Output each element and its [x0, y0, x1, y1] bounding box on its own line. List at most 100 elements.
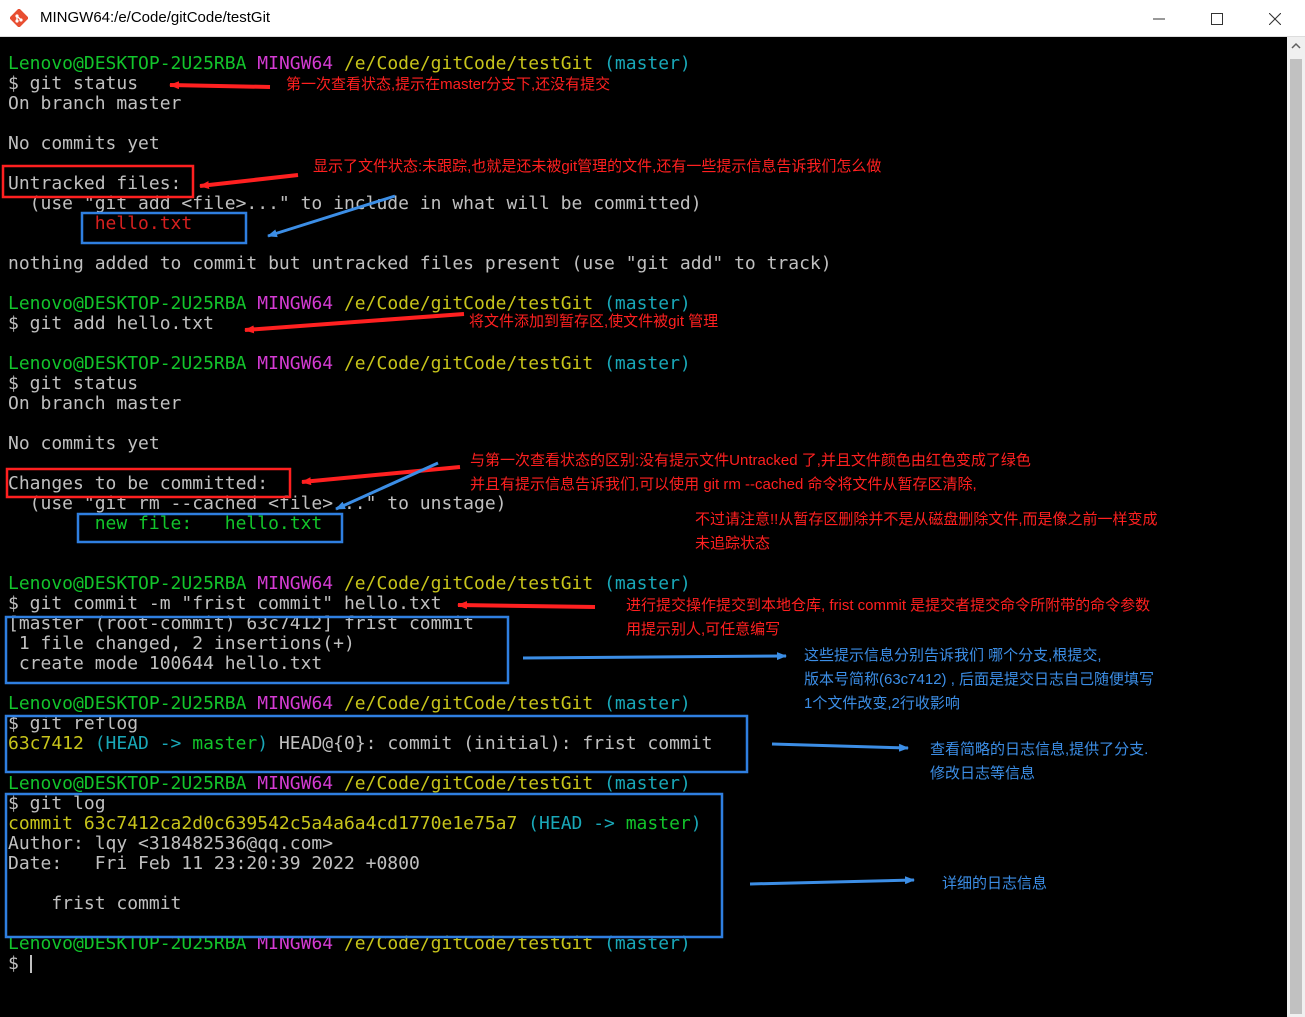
untracked-file-line: hello.txt [8, 214, 832, 234]
terminal-text: $ git status [8, 373, 139, 394]
terminal-text: (use "git add <file>..." to include in w… [8, 193, 702, 214]
prompt-line: Lenovo@DESKTOP-2U25RBA MINGW64 /e/Code/g… [8, 574, 832, 594]
output-line: $ git log [8, 794, 832, 814]
terminal-text: $ git add hello.txt [8, 313, 214, 334]
annotation-rm-cached-note: 不过请注意!!从暂存区删除并不是从磁盘删除文件,而是像之前一样变成 未追踪状态 [695, 511, 1158, 552]
terminal-text: nothing added to commit but untracked fi… [8, 253, 832, 274]
terminal-text: No commits yet [8, 433, 160, 454]
annotation-log: 详细的日志信息 [942, 875, 1048, 892]
output-line: (use "git add <file>..." to include in w… [8, 194, 832, 214]
terminal-text: [master (root-commit) 63c7412] frist com… [8, 613, 474, 634]
annotation-first-status: 第一次查看状态,提示在master分支下,还没有提交 [286, 76, 611, 93]
minimize-icon [1153, 18, 1165, 19]
scrollbar[interactable] [1287, 37, 1305, 1017]
prompt-branch: (master) [604, 693, 691, 714]
prompt-branch: (master) [604, 933, 691, 954]
output-line: $ git status [8, 374, 832, 394]
terminal-text: (use "git rm --cached <file>..." to unst… [8, 493, 507, 514]
prompt-line: Lenovo@DESKTOP-2U25RBA MINGW64 /e/Code/g… [8, 354, 832, 374]
prompt-user: Lenovo@DESKTOP-2U25RBA [8, 693, 247, 714]
terminal-text: ) [690, 813, 702, 834]
annotation-reflog: 查看简略的日志信息,提供了分支. 修改日志等信息 [930, 741, 1149, 782]
prompt-branch: (master) [604, 53, 691, 74]
prompt-user: Lenovo@DESKTOP-2U25RBA [8, 293, 247, 314]
prompt-path: /e/Code/gitCode/testGit [343, 933, 594, 954]
prompt-shell: MINGW64 [257, 293, 334, 314]
output-line: No commits yet [8, 134, 832, 154]
terminal-text: $ git status [8, 73, 139, 94]
output-line: $ git reflog [8, 714, 832, 734]
title-bar: MINGW64:/e/Code/gitCode/testGit [0, 0, 1305, 37]
prompt-user: Lenovo@DESKTOP-2U25RBA [8, 773, 247, 794]
input-line: $ [8, 954, 832, 974]
prompt-user: Lenovo@DESKTOP-2U25RBA [8, 53, 247, 74]
close-button[interactable] [1246, 0, 1304, 37]
scroll-up-arrow-icon[interactable] [1287, 37, 1305, 55]
close-icon [1269, 12, 1281, 25]
terminal-text: On branch master [8, 93, 182, 114]
terminal-text: (HEAD -> [94, 733, 193, 754]
prompt-path: /e/Code/gitCode/testGit [343, 53, 594, 74]
terminal-text: master [192, 733, 258, 754]
terminal-text: Author: lqy <318482536@qq.com> [8, 833, 334, 854]
minimize-button[interactable] [1130, 0, 1188, 37]
terminal-text: master [625, 813, 691, 834]
terminal-text: frist commit [8, 893, 182, 914]
prompt-path: /e/Code/gitCode/testGit [343, 353, 594, 374]
prompt-user: Lenovo@DESKTOP-2U25RBA [8, 353, 247, 374]
prompt-line: Lenovo@DESKTOP-2U25RBA MINGW64 /e/Code/g… [8, 54, 832, 74]
output-line: On branch master [8, 394, 832, 414]
output-line: nothing added to commit but untracked fi… [8, 254, 832, 274]
window-title: MINGW64:/e/Code/gitCode/testGit [40, 9, 271, 26]
prompt-line: Lenovo@DESKTOP-2U25RBA MINGW64 /e/Code/g… [8, 694, 832, 714]
prompt-path: /e/Code/gitCode/testGit [343, 773, 594, 794]
maximize-button[interactable] [1188, 0, 1246, 37]
terminal-text: Untracked files: [8, 173, 182, 194]
prompt-user: Lenovo@DESKTOP-2U25RBA [8, 933, 247, 954]
annotation-commit: 进行提交操作提交到本地仓库, frist commit 是提交者提交命令所附带的… [626, 597, 1151, 638]
log-commit-line: commit 63c7412ca2d0c639542c5a4a6a4cd1770… [8, 814, 832, 834]
annotation-staged-diff: 与第一次查看状态的区别:没有提示文件Untracked 了,并且文件颜色由红色变… [470, 452, 1031, 493]
output-line: create mode 100644 hello.txt [8, 654, 832, 674]
terminal-text: 63c7412 [8, 733, 84, 754]
terminal-text: No commits yet [8, 133, 160, 154]
prompt-shell: MINGW64 [257, 353, 334, 374]
reflog-line: 63c7412 (HEAD -> master) HEAD@{0}: commi… [8, 734, 832, 754]
terminal-text: 1 file changed, 2 insertions(+) [8, 633, 355, 654]
prompt-branch: (master) [604, 353, 691, 374]
terminal-text: hello.txt [8, 213, 193, 234]
prompt-branch: (master) [604, 773, 691, 794]
prompt-shell: MINGW64 [257, 693, 334, 714]
prompt-line: Lenovo@DESKTOP-2U25RBA MINGW64 /e/Code/g… [8, 774, 832, 794]
terminal-text: $ git commit -m "frist commit" hello.txt [8, 593, 442, 614]
terminal-text: (HEAD -> [517, 813, 626, 834]
terminal-text: ) [257, 733, 269, 754]
text-cursor [29, 955, 32, 973]
annotation-commit-output: 这些提示信息分别告诉我们 哪个分支,根提交, 版本号简称(63c7412) , … [804, 647, 1155, 712]
terminal-text: Changes to be committed: [8, 473, 269, 494]
prompt-shell: MINGW64 [257, 933, 334, 954]
terminal-text: new file: hello.txt [8, 513, 323, 534]
terminal-text: $ git reflog [8, 713, 139, 734]
maximize-icon [1211, 12, 1223, 25]
terminal-text: commit 63c7412ca2d0c639542c5a4a6a4cd1770… [8, 813, 518, 834]
terminal-text: create mode 100644 hello.txt [8, 653, 323, 674]
prompt-path: /e/Code/gitCode/testGit [343, 693, 594, 714]
prompt-shell: MINGW64 [257, 573, 334, 594]
annotation-untracked: 显示了文件状态:未跟踪,也就是还未被git管理的文件,还有一些提示信息告诉我们怎… [313, 158, 882, 175]
terminal-text: Date: Fri Feb 11 23:20:39 2022 +0800 [8, 853, 420, 874]
prompt-user: Lenovo@DESKTOP-2U25RBA [8, 573, 247, 594]
terminal-text: On branch master [8, 393, 182, 414]
output-line: Date: Fri Feb 11 23:20:39 2022 +0800 [8, 854, 832, 874]
prompt-shell: MINGW64 [257, 773, 334, 794]
scrollbar-thumb[interactable] [1290, 59, 1302, 1014]
